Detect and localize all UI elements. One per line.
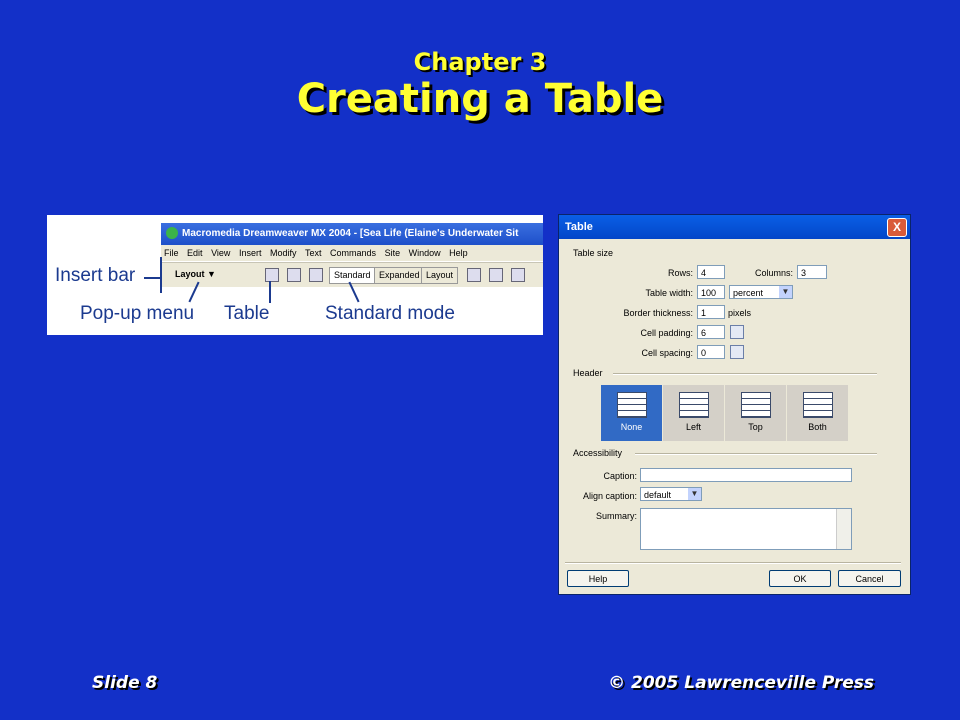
cell-icon[interactable] [511, 268, 525, 282]
callout-insert-bar: Insert bar [55, 265, 136, 286]
rows-input[interactable]: 4 [697, 265, 725, 279]
slide-number: Slide 8 [92, 673, 158, 693]
dialog-title-bar: Table X [559, 215, 910, 239]
menu-site[interactable]: Site [385, 248, 401, 258]
accessibility-divider [635, 453, 877, 455]
header-option-top-label: Top [748, 422, 763, 432]
menu-file[interactable]: File [164, 248, 179, 258]
menu-help[interactable]: Help [449, 248, 468, 258]
menu-window[interactable]: Window [409, 248, 441, 258]
table-dialog: Table X Table size Rows: 4 Columns: 3 Ta… [558, 214, 911, 595]
menu-insert[interactable]: Insert [239, 248, 262, 258]
menu-edit[interactable]: Edit [187, 248, 203, 258]
rows-label: Rows: [667, 268, 693, 278]
button-divider [565, 562, 901, 564]
header-option-left-label: Left [685, 422, 701, 432]
padding-input[interactable]: 6 [697, 325, 725, 339]
section-table-size: Table size [573, 248, 614, 258]
pixels-label: pixels [728, 308, 752, 318]
border-input[interactable]: 1 [697, 305, 725, 319]
callout-table: Table [224, 303, 270, 324]
dreamweaver-title-bar: Macromedia Dreamweaver MX 2004 - [Sea Li… [161, 223, 543, 245]
table-left-header-icon [678, 392, 709, 418]
frame-icon[interactable] [467, 268, 481, 282]
summary-label: Summary: [595, 511, 637, 521]
section-header: Header [573, 368, 603, 378]
width-unit-select[interactable]: percent ▼ [729, 285, 793, 299]
layout-table-icon[interactable] [309, 268, 323, 282]
layout-popup-menu[interactable]: Layout ▼ [175, 269, 216, 279]
menu-view[interactable]: View [211, 248, 230, 258]
menu-modify[interactable]: Modify [270, 248, 297, 258]
align-caption-value: default [644, 490, 672, 500]
border-label: Border thickness: [623, 308, 693, 318]
header-option-top[interactable]: Top [725, 385, 786, 441]
header-divider [613, 373, 877, 375]
summary-textarea[interactable] [640, 508, 852, 550]
insert-bar-screenshot: Macromedia Dreamweaver MX 2004 - [Sea Li… [47, 215, 543, 335]
insert-bar: Layout ▼ Standard Expanded Layout [161, 262, 543, 287]
spacing-label: Cell spacing: [641, 348, 693, 358]
expanded-mode-button[interactable]: Expanded [374, 267, 425, 284]
menu-commands[interactable]: Commands [330, 248, 376, 258]
chevron-down-icon: ▼ [688, 488, 701, 500]
draw-layer-icon[interactable] [489, 268, 503, 282]
header-option-left[interactable]: Left [663, 385, 724, 441]
columns-input[interactable]: 3 [797, 265, 827, 279]
align-caption-label: Align caption: [582, 491, 637, 501]
chevron-down-icon: ▼ [779, 286, 792, 298]
dropdown-triangle-icon: ▼ [207, 269, 216, 279]
header-option-both-label: Both [808, 422, 827, 432]
caption-input[interactable] [640, 468, 852, 482]
width-label: Table width: [645, 288, 693, 298]
columns-label: Columns: [754, 268, 793, 278]
header-option-none-label: None [620, 422, 643, 432]
menu-text[interactable]: Text [305, 248, 322, 258]
dialog-title: Table [565, 221, 593, 233]
width-unit-value: percent [733, 288, 764, 298]
table-top-header-icon [740, 392, 771, 418]
width-input[interactable]: 100 [697, 285, 725, 299]
table-both-header-icon [802, 392, 833, 418]
cell-padding-icon [730, 325, 744, 339]
summary-scrollbar[interactable] [836, 509, 851, 549]
caption-label: Caption: [603, 471, 637, 481]
standard-mode-button[interactable]: Standard [329, 267, 376, 284]
close-icon[interactable]: X [887, 218, 907, 237]
leader-insert-bar [144, 277, 160, 279]
bracket-insert-bar [160, 257, 162, 293]
dreamweaver-window-title: Macromedia Dreamweaver MX 2004 - [Sea Li… [182, 228, 519, 239]
section-accessibility: Accessibility [573, 448, 623, 458]
align-caption-select[interactable]: default ▼ [640, 487, 702, 501]
layout-popup-label: Layout [175, 269, 205, 279]
layout-mode-button[interactable]: Layout [421, 267, 459, 284]
slide-title: Chapter 3 Creating a Table [0, 48, 960, 122]
cancel-button[interactable]: Cancel [838, 570, 901, 587]
header-option-both[interactable]: Both [787, 385, 848, 441]
callout-standard-mode: Standard mode [325, 303, 455, 324]
table-icon[interactable] [265, 268, 279, 282]
header-option-none[interactable]: None [601, 385, 662, 441]
copyright-notice: © 2005 Lawrenceville Press [608, 673, 874, 693]
slide-heading: Creating a Table [296, 76, 664, 122]
cell-spacing-icon [730, 345, 744, 359]
layer-icon[interactable] [287, 268, 301, 282]
table-none-icon [616, 392, 647, 418]
help-button[interactable]: Help [567, 570, 629, 587]
callout-popup-menu: Pop-up menu [80, 303, 195, 324]
padding-label: Cell padding: [640, 328, 693, 338]
chapter-label: Chapter 3 [413, 48, 547, 76]
leader-table [269, 281, 271, 303]
dreamweaver-app-icon [166, 227, 178, 240]
ok-button[interactable]: OK [769, 570, 831, 587]
spacing-input[interactable]: 0 [697, 345, 725, 359]
dreamweaver-menu-bar: File Edit View Insert Modify Text Comman… [161, 245, 543, 261]
